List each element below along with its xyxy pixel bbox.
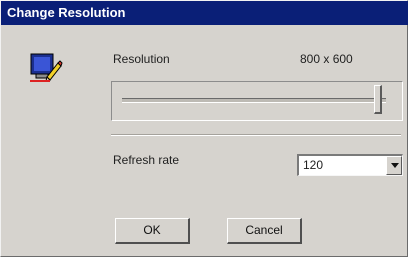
monitor-pencil-icon <box>29 51 63 85</box>
slider-thumb[interactable] <box>374 85 383 114</box>
slider-track <box>122 98 386 103</box>
dialog-title: Change Resolution <box>1 1 408 25</box>
chevron-down-icon <box>391 163 399 168</box>
refresh-rate-select[interactable]: 120 <box>297 154 403 176</box>
resolution-value: 800 x 600 <box>300 52 353 66</box>
cancel-button[interactable]: Cancel <box>227 218 302 244</box>
refresh-rate-value: 120 <box>303 158 324 172</box>
resolution-label: Resolution <box>113 52 170 66</box>
change-resolution-dialog: Change Resolution Resolution 800 x 600 R… <box>0 0 408 257</box>
ok-button[interactable]: OK <box>115 218 190 244</box>
resolution-slider[interactable] <box>111 81 403 121</box>
refresh-rate-label: Refresh rate <box>113 153 180 167</box>
dropdown-button[interactable] <box>386 156 402 175</box>
divider <box>111 134 401 136</box>
